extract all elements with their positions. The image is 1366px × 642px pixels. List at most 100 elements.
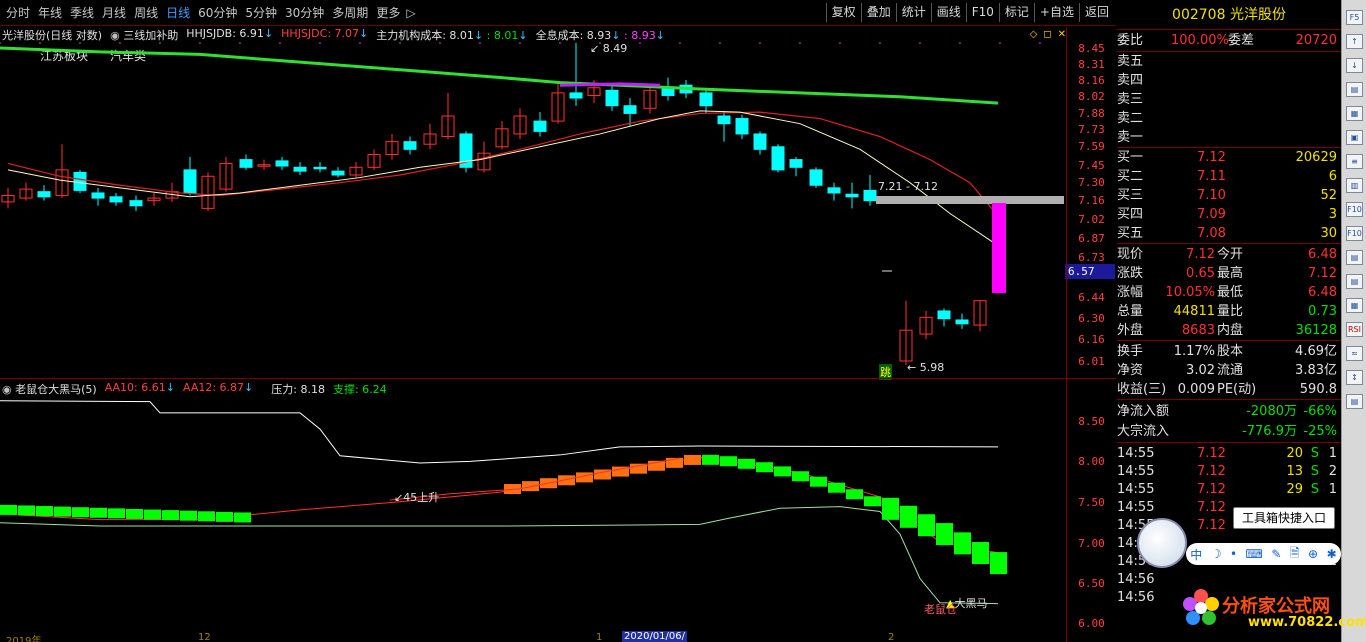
- stat-value: 36128: [1295, 323, 1337, 338]
- period-tab-2[interactable]: 季线: [66, 4, 98, 22]
- period-tab-9[interactable]: 多周期: [328, 4, 372, 22]
- period-tab-3[interactable]: 月线: [98, 4, 130, 22]
- tick-price: 7.12: [1197, 482, 1226, 497]
- toolbar-button-5[interactable]: 标记: [998, 3, 1034, 22]
- toolbar-button-3[interactable]: 画线: [930, 3, 966, 22]
- helper-item-icon[interactable]: •: [1230, 547, 1237, 561]
- price-tick: 6.16: [1078, 333, 1105, 346]
- toolbar-button-4[interactable]: F10: [965, 3, 999, 22]
- candle-body: [937, 310, 951, 320]
- flow-value: -776.9万: [1242, 424, 1297, 439]
- tick-volume: 20: [1286, 446, 1303, 461]
- toolbar-button-2[interactable]: 统计: [895, 3, 931, 22]
- side-tool-icon[interactable]: F10: [1346, 226, 1363, 241]
- side-tool-icon[interactable]: ≈: [1346, 346, 1363, 361]
- side-icon-strip: F5 ↑ ↓ ▤ ▦ ▣ ≡ ▥ F10 F10 ▤ ▤ ▦ RSI ≈ ↕ ▤: [1341, 0, 1366, 642]
- candle-body: [239, 159, 253, 168]
- toolbar-button-0[interactable]: 复权: [825, 3, 861, 22]
- period-tab-10[interactable]: 更多: [372, 4, 404, 22]
- indicator-tick: 6.50: [1078, 577, 1105, 590]
- signal-block: [828, 482, 845, 493]
- period-tab-8[interactable]: 30分钟: [281, 4, 328, 22]
- sell-level-label: 卖三: [1117, 92, 1144, 107]
- side-tool-icon[interactable]: F5: [1346, 10, 1363, 25]
- assistant-avatar-icon[interactable]: [1137, 518, 1187, 568]
- side-tool-icon[interactable]: ↓: [1346, 58, 1363, 73]
- tick-side: S: [1310, 482, 1319, 497]
- price-tick: 6.30: [1078, 312, 1105, 325]
- buy-level-label: 买二: [1117, 169, 1144, 184]
- helper-item-icon[interactable]: 中: [1190, 546, 1202, 563]
- indicator-tick: 8.50: [1078, 415, 1105, 428]
- side-tool-icon[interactable]: ≡: [1346, 154, 1363, 169]
- indicator-chart[interactable]: [0, 380, 1066, 642]
- helper-item-icon[interactable]: 🗎: [1290, 544, 1300, 565]
- side-tool-icon[interactable]: ▤: [1346, 394, 1363, 409]
- side-tool-icon[interactable]: ▦: [1346, 106, 1363, 121]
- side-tool-icon[interactable]: ▣: [1346, 130, 1363, 145]
- period-tab-0[interactable]: 分时: [2, 4, 34, 22]
- price-tick: 7.02: [1078, 213, 1105, 226]
- weibi-value: 100.00%: [1171, 33, 1229, 48]
- signal-block: [630, 463, 647, 474]
- toolbar-button-6[interactable]: +自选: [1033, 3, 1079, 22]
- stat-value: 7.12: [1308, 266, 1337, 281]
- more-arrow-icon[interactable]: ▷: [404, 4, 417, 22]
- helper-item-icon[interactable]: ✎: [1271, 547, 1281, 561]
- tick-time: 14:56: [1117, 572, 1155, 587]
- side-tool-icon[interactable]: RSI: [1346, 322, 1363, 337]
- side-tool-icon[interactable]: ▦: [1346, 298, 1363, 313]
- toolbar-button-7[interactable]: 返回: [1078, 3, 1114, 22]
- buy-volume: 52: [1320, 188, 1337, 203]
- fund-value: 4.69亿: [1295, 344, 1337, 359]
- helper-item-icon[interactable]: ✱: [1327, 547, 1337, 561]
- price-tick: 6.44: [1078, 291, 1105, 304]
- side-tool-icon[interactable]: ▥: [1346, 178, 1363, 193]
- fund-label: PE(动): [1217, 382, 1257, 397]
- period-tab-1[interactable]: 年线: [34, 4, 66, 22]
- fund-label: 流通: [1217, 363, 1244, 378]
- gap-zone-bar: [876, 196, 1064, 204]
- fund-value: 0.009: [1177, 382, 1215, 397]
- candlestick-chart[interactable]: [0, 27, 1066, 377]
- candle-body: [183, 169, 197, 194]
- period-tab-5[interactable]: 日线: [162, 4, 194, 22]
- toolbox-shortcut-popup[interactable]: 工具箱快捷入口: [1233, 507, 1335, 529]
- sell-level-label: 卖二: [1117, 111, 1144, 126]
- holo-cost-segment: [559, 82, 661, 87]
- stat-label: 今开: [1217, 247, 1244, 262]
- quote-title: 002708 光洋股份: [1117, 0, 1341, 30]
- toolbar-button-1[interactable]: 叠加: [860, 3, 896, 22]
- period-tab-4[interactable]: 周线: [130, 4, 162, 22]
- candle-body: [91, 192, 105, 199]
- price-tick: 8.31: [1078, 58, 1105, 71]
- stat-value: 0.73: [1308, 304, 1337, 319]
- indicator-tick: 7.50: [1078, 496, 1105, 509]
- candle-body: [73, 171, 87, 191]
- site-watermark: 分析家公式网 www.70822.com: [1178, 585, 1366, 640]
- candle-body: [809, 169, 823, 186]
- side-tool-icon[interactable]: ▤: [1346, 82, 1363, 97]
- stat-label: 总量: [1117, 304, 1144, 319]
- tick-price: 7.12: [1197, 500, 1226, 515]
- candle-body: [717, 115, 731, 125]
- price-tick: 6.73: [1078, 251, 1105, 264]
- helper-item-icon[interactable]: ⌨: [1246, 547, 1263, 561]
- signal-block: [738, 458, 755, 469]
- side-tool-icon[interactable]: F10: [1346, 202, 1363, 217]
- side-tool-icon[interactable]: ↕: [1346, 370, 1363, 385]
- price-tick: 8.16: [1078, 74, 1105, 87]
- side-tool-icon[interactable]: ↑: [1346, 34, 1363, 49]
- helper-item-icon[interactable]: ☽: [1211, 547, 1222, 561]
- stat-value: 10.05%: [1165, 285, 1215, 300]
- side-tool-icon[interactable]: ▤: [1346, 250, 1363, 265]
- helper-item-icon[interactable]: ⊕: [1308, 547, 1318, 561]
- candle-body: [771, 146, 785, 171]
- candle-body: [735, 118, 749, 135]
- price-tick: 7.16: [1078, 194, 1105, 207]
- period-tab-7[interactable]: 5分钟: [241, 4, 281, 22]
- date-strip: 2019年 12 1 2020/01/06/ 2: [6, 631, 895, 642]
- period-tab-6[interactable]: 60分钟: [194, 4, 241, 22]
- buy-price: 7.11: [1197, 169, 1226, 184]
- side-tool-icon[interactable]: ▤: [1346, 274, 1363, 289]
